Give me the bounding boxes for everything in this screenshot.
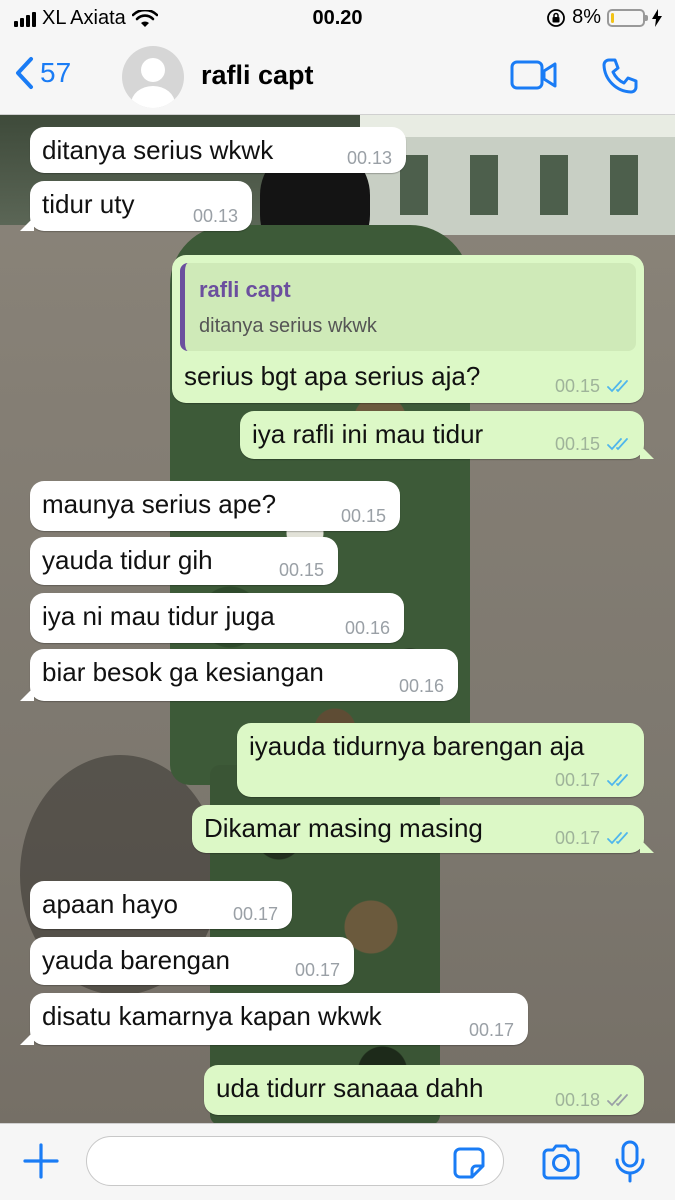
incoming-message[interactable]: tidur uty 00.13 — [20, 181, 252, 231]
message-time: 00.13 — [192, 206, 238, 226]
incoming-message[interactable]: yauda barengan 00.17 — [30, 937, 354, 985]
message-time: 00.18 — [554, 1090, 600, 1110]
message-time: 00.17 — [554, 770, 600, 790]
message-input[interactable] — [86, 1136, 504, 1186]
message-time: 00.15 — [554, 376, 600, 396]
message-text: ditanya serius wkwk — [42, 135, 274, 165]
message-text: uda tidurr sanaaa dahh — [216, 1073, 484, 1103]
read-ticks-icon — [607, 832, 628, 845]
message-text: yauda tidur gih — [42, 545, 213, 575]
contact-name[interactable]: rafli capt — [201, 60, 314, 91]
incoming-message[interactable]: disatu kamarnya kapan wkwk 00.17 — [20, 993, 528, 1045]
message-text: biar besok ga kesiangan — [42, 657, 324, 687]
input-bar — [0, 1123, 675, 1200]
charging-bolt-icon — [652, 8, 662, 27]
message-text: yauda barengan — [42, 945, 230, 975]
bubble-tail — [640, 839, 654, 853]
orientation-lock-icon — [547, 8, 565, 27]
sticker-icon[interactable] — [452, 1146, 486, 1180]
camera-icon[interactable] — [540, 1144, 582, 1180]
message-time: 00.15 — [554, 434, 600, 454]
plus-icon[interactable] — [22, 1142, 60, 1180]
status-bar: XL Axiata 00.20 8% — [0, 0, 675, 38]
bubble-tail — [640, 445, 654, 459]
message-list[interactable]: ditanya serius wkwk 00.13 tidur uty 00.13 ra… — [0, 115, 675, 1123]
back-button[interactable]: 57 — [14, 56, 71, 90]
quoted-message[interactable]: rafli capt ditanya serius wkwk — [180, 263, 636, 351]
microphone-icon[interactable] — [614, 1140, 646, 1184]
message-text: Dikamar masing masing — [204, 813, 483, 843]
message-time: 00.15 — [278, 560, 324, 580]
message-text: apaan hayo — [42, 889, 178, 919]
outgoing-message[interactable]: iya rafli ini mau tidur 00.15 — [240, 411, 654, 459]
delivered-ticks-icon — [607, 1094, 628, 1107]
chevron-left-icon — [16, 57, 33, 89]
outgoing-message[interactable]: rafli capt ditanya serius wkwk serius bgt … — [172, 255, 644, 403]
message-text: iya ni mau tidur juga — [42, 601, 275, 631]
read-ticks-icon — [607, 774, 628, 787]
message-time: 00.16 — [344, 618, 390, 638]
message-text: serius bgt apa serius aja? — [184, 361, 481, 391]
battery-icon — [607, 8, 648, 27]
video-camera-icon[interactable] — [510, 60, 558, 90]
message-text: iyauda tidurnya barengan aja — [249, 731, 585, 761]
bubble-tail — [20, 687, 34, 701]
avatar[interactable] — [122, 46, 184, 108]
battery-percent: 8% — [572, 6, 601, 28]
message-time: 00.17 — [294, 960, 340, 980]
incoming-message[interactable]: iya ni mau tidur juga 00.16 — [30, 593, 404, 643]
bubble-tail — [20, 217, 34, 231]
outgoing-message[interactable]: iyauda tidurnya barengan aja 00.17 — [237, 723, 644, 797]
message-time: 00.17 — [232, 904, 278, 924]
incoming-message[interactable]: maunya serius ape? 00.15 — [30, 481, 400, 531]
message-time: 00.13 — [346, 148, 392, 168]
read-ticks-icon — [607, 438, 628, 451]
message-time: 00.17 — [468, 1020, 514, 1040]
phone-icon[interactable] — [600, 56, 640, 96]
message-text: iya rafli ini mau tidur — [252, 419, 484, 449]
incoming-message[interactable]: yauda tidur gih 00.15 — [30, 537, 338, 585]
unread-count: 57 — [40, 57, 72, 88]
message-time: 00.17 — [554, 828, 600, 848]
quoted-sender: rafli capt — [199, 277, 291, 302]
read-ticks-icon — [607, 380, 628, 393]
message-text: disatu kamarnya kapan wkwk — [42, 1001, 382, 1031]
bubble-tail — [20, 1031, 34, 1045]
message-text: tidur uty — [42, 189, 135, 219]
quoted-text: ditanya serius wkwk — [199, 315, 377, 337]
message-time: 00.16 — [398, 676, 444, 696]
outgoing-message[interactable]: uda tidurr sanaaa dahh 00.18 — [204, 1065, 644, 1115]
outgoing-message[interactable]: Dikamar masing masing 00.17 — [192, 805, 654, 853]
incoming-message[interactable]: apaan hayo 00.17 — [30, 881, 292, 929]
chat-header: 57 rafli capt — [0, 38, 675, 115]
incoming-message[interactable]: biar besok ga kesiangan 00.16 — [20, 649, 458, 701]
message-time: 00.15 — [340, 506, 386, 526]
message-text: maunya serius ape? — [42, 489, 277, 519]
incoming-message[interactable]: ditanya serius wkwk 00.13 — [30, 127, 406, 173]
